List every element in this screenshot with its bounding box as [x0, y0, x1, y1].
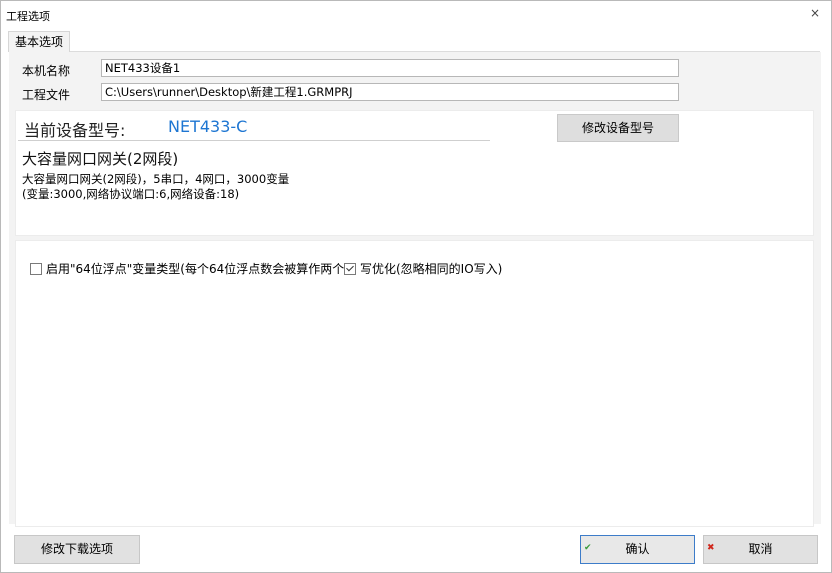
device-name: 大容量网口网关(2网段) — [22, 150, 179, 168]
project-file-input[interactable]: C:\Users\runner\Desktop\新建工程1.GRMPRJ — [101, 83, 679, 101]
x-icon: ✖ — [707, 543, 715, 553]
device-divider — [18, 140, 490, 141]
write-optimization-checkbox[interactable] — [344, 262, 356, 275]
device-description-line1: 大容量网口网关(2网段)，5串口，4网口，3000变量 — [22, 172, 290, 186]
device-model-caption: 当前设备型号: — [24, 121, 126, 140]
modify-device-model-button[interactable]: 修改设备型号 — [557, 114, 679, 142]
options-panel — [15, 240, 814, 527]
float64-label: 启用"64位浮点"变量类型(每个64位浮点数会被算作两个 — [46, 262, 345, 276]
cancel-label: 取消 — [748, 542, 773, 556]
ok-button[interactable]: 确认 — [580, 535, 695, 564]
check-icon: ✔ — [584, 543, 592, 553]
write-optimization-option[interactable]: 写优化(忽略相同的IO写入) — [344, 260, 502, 277]
machine-name-input[interactable]: NET433设备1 — [101, 59, 679, 77]
close-button[interactable]: × — [806, 5, 824, 21]
dialog-title: 工程选项 — [6, 10, 50, 23]
tab-basic-options[interactable]: 基本选项 — [8, 31, 71, 52]
float64-checkbox[interactable] — [30, 262, 42, 275]
tab-strip — [8, 31, 820, 52]
float64-option[interactable]: 启用"64位浮点"变量类型(每个64位浮点数会被算作两个 — [30, 260, 344, 277]
write-optimization-label: 写优化(忽略相同的IO写入) — [360, 262, 503, 276]
cancel-button[interactable]: 取消 — [703, 535, 818, 564]
ok-label: 确认 — [625, 542, 650, 556]
machine-name-label: 本机名称 — [22, 64, 71, 78]
modify-download-options-button[interactable]: 修改下载选项 — [14, 535, 140, 564]
device-model-value: NET433-C — [168, 117, 248, 136]
device-description-line2: (变量:3000,网络协议端口:6,网络设备:18) — [22, 187, 240, 201]
project-file-label: 工程文件 — [22, 88, 71, 102]
